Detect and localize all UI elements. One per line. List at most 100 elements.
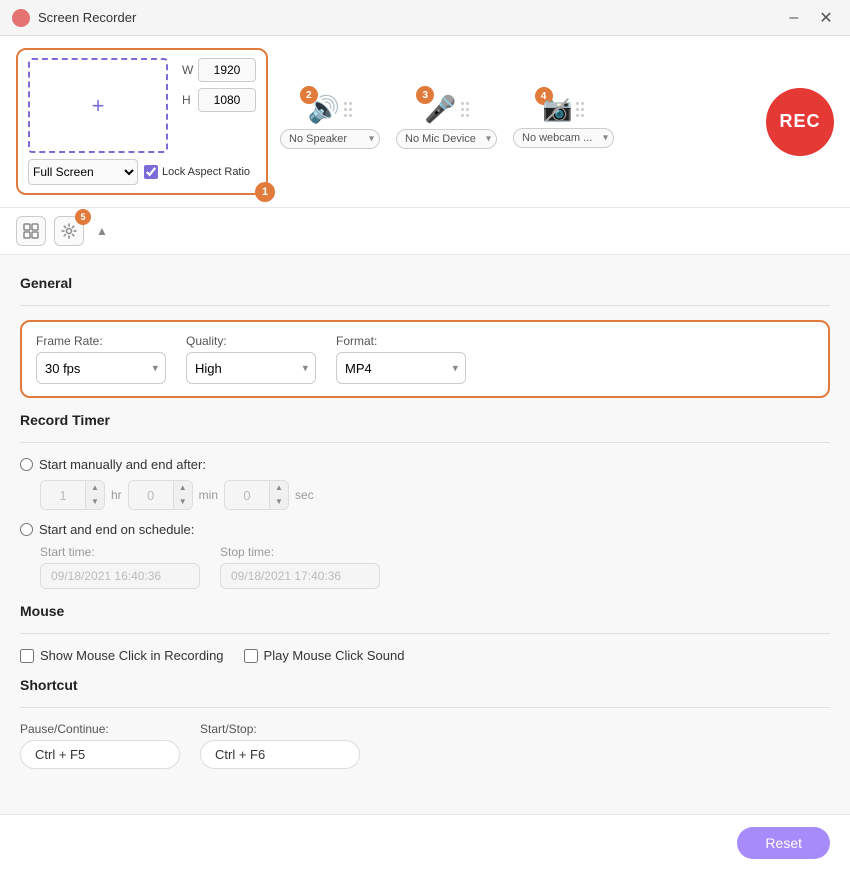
general-section: General Frame Rate: 30 fps 24 fps 60 fps [20,275,830,398]
minimize-button[interactable]: – [782,6,806,30]
mic-dots [461,102,469,117]
start-stop-input[interactable] [200,740,360,769]
width-input[interactable] [198,58,256,82]
mic-badge-wrap: 3 🎤 [424,94,468,125]
sec-spinner-btns: ▲ ▼ [269,481,288,509]
min-up-button[interactable]: ▲ [174,481,192,495]
badge-5: 5 [75,209,91,225]
speaker-item: 2 🔊 No Speaker [280,94,380,149]
format-select[interactable]: MP4 MOV AVI GIF [336,352,466,384]
screen-preview[interactable]: + [28,58,168,153]
stop-time-group: Stop time: [220,545,380,589]
shortcut-title: Shortcut [20,677,830,693]
mic-select[interactable]: No Mic Device [396,129,497,149]
app-icon [12,9,30,27]
hr-unit: hr [111,488,122,502]
sec-unit: sec [295,488,314,502]
play-click-checkbox[interactable] [244,649,258,663]
sec-spinner: ▲ ▼ [224,480,289,510]
quality-label: Quality: [186,334,316,348]
fullscreen-select[interactable]: Full Screen [28,159,138,185]
screen-selector-wrapper: + W H Full Screen [16,48,268,195]
pause-input[interactable] [20,740,180,769]
time-inputs-row: ▲ ▼ hr ▲ ▼ min ▲ ▼ [40,480,830,510]
hr-down-button[interactable]: ▼ [86,495,104,509]
hr-input[interactable] [41,481,85,509]
webcam-badge-wrap: 4 📷 [543,95,585,124]
lock-aspect-checkbox[interactable] [144,165,158,179]
radio-schedule[interactable] [20,523,33,536]
webcam-icon-row: 📷 [543,95,585,124]
min-spinner: ▲ ▼ [128,480,193,510]
settings-tool-button[interactable]: 5 [54,216,84,246]
close-button[interactable]: ✕ [814,6,838,30]
play-click-label: Play Mouse Click Sound [264,648,405,663]
speaker-dots [344,102,352,117]
webcam-select[interactable]: No webcam ... [513,128,614,148]
mouse-checkbox-row: Show Mouse Click in Recording Play Mouse… [20,648,830,663]
lock-aspect-group: Lock Aspect Ratio [144,165,250,179]
screen-dimensions: W H [182,58,256,112]
settings-panel: General Frame Rate: 30 fps 24 fps 60 fps [0,255,850,814]
reset-button[interactable]: Reset [737,827,830,859]
quality-select[interactable]: High Medium Low [186,352,316,384]
mic-item: 3 🎤 No Mic Device [396,94,497,149]
record-timer-title: Record Timer [20,412,830,428]
speaker-select-wrapper: No Speaker [280,129,380,149]
hr-spinner: ▲ ▼ [40,480,105,510]
frame-rate-group: Frame Rate: 30 fps 24 fps 60 fps [36,334,166,384]
pause-label: Pause/Continue: [20,722,180,736]
schedule-fields: Start time: Stop time: [40,545,830,589]
main-content: + W H Full Screen [0,36,850,871]
radio-manual[interactable] [20,458,33,471]
sec-input[interactable] [225,481,269,509]
sec-down-button[interactable]: ▼ [270,495,288,509]
shortcut-row: Pause/Continue: Start/Stop: [20,722,830,769]
width-label: W [182,63,194,77]
general-title: General [20,275,830,291]
webcam-item: 4 📷 No webcam ... [513,95,614,148]
record-timer-section: Record Timer Start manually and end afte… [20,412,830,589]
badge-2: 2 [300,86,318,104]
speaker-select[interactable]: No Speaker [280,129,380,149]
show-click-item: Show Mouse Click in Recording [20,648,224,663]
height-input[interactable] [198,88,256,112]
radio-manual-row: Start manually and end after: [20,457,830,472]
add-screen-icon: + [92,93,105,119]
title-bar: Screen Recorder – ✕ [0,0,850,36]
quality-group: Quality: High Medium Low [186,334,316,384]
app-title: Screen Recorder [38,10,136,25]
play-click-item: Play Mouse Click Sound [244,648,405,663]
layout-tool-button[interactable] [16,216,46,246]
height-label: H [182,93,194,107]
bottom-bar: Reset [0,814,850,871]
start-time-input[interactable] [40,563,200,589]
webcam-select-wrapper: No webcam ... [513,128,614,148]
min-spinner-btns: ▲ ▼ [173,481,192,509]
radio-schedule-row: Start and end on schedule: [20,522,830,537]
mic-select-wrapper: No Mic Device [396,129,497,149]
badge-1: 1 [255,182,275,202]
rec-button[interactable]: REC [766,88,834,156]
min-input[interactable] [129,481,173,509]
sec-up-button[interactable]: ▲ [270,481,288,495]
mouse-section: Mouse Show Mouse Click in Recording Play… [20,603,830,663]
webcam-icon: 📷 [543,95,573,124]
min-down-button[interactable]: ▼ [174,495,192,509]
show-click-checkbox[interactable] [20,649,34,663]
title-bar-left: Screen Recorder [12,9,136,27]
quality-select-wrap: High Medium Low [186,352,316,384]
frame-rate-select[interactable]: 30 fps 24 fps 60 fps [36,352,166,384]
pause-group: Pause/Continue: [20,722,180,769]
radio-schedule-label: Start and end on schedule: [39,522,194,537]
hr-spinner-btns: ▲ ▼ [85,481,104,509]
height-row: H [182,88,256,112]
toolbar-row: 5 ▲ [0,208,850,255]
fullscreen-row: Full Screen Lock Aspect Ratio [28,159,256,185]
width-row: W [182,58,256,82]
start-stop-group: Start/Stop: [200,722,360,769]
expand-tool-button[interactable]: ▲ [92,216,112,246]
stop-time-input[interactable] [220,563,380,589]
hr-up-button[interactable]: ▲ [86,481,104,495]
start-stop-label: Start/Stop: [200,722,360,736]
